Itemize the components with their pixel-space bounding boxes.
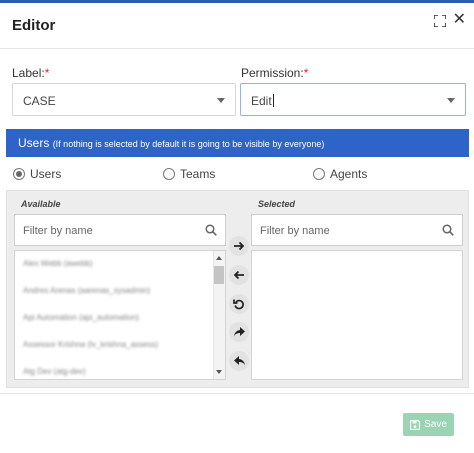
save-button[interactable]: Save: [403, 413, 454, 436]
reset-button[interactable]: [229, 294, 249, 314]
list-item[interactable]: Assessor Krishna (lv_krishna_assess): [23, 340, 158, 349]
scroll-down-arrow-icon[interactable]: [216, 370, 222, 374]
save-label: Save: [424, 419, 447, 430]
close-icon[interactable]: ✕: [453, 12, 466, 28]
selected-filter-input[interactable]: Filter by name: [251, 214, 463, 246]
banner-title: Users: [18, 136, 50, 150]
radio-agents[interactable]: Agents: [313, 166, 367, 182]
scrollbar[interactable]: [213, 251, 225, 379]
available-title: Available: [21, 199, 61, 209]
expand-icon[interactable]: [434, 15, 446, 27]
move-left-button[interactable]: [229, 265, 249, 285]
label-field-label: Label:*: [12, 66, 50, 80]
share-all-icon: [233, 327, 245, 337]
label-select[interactable]: CASE: [12, 83, 236, 116]
required-mark: *: [44, 66, 50, 80]
available-list[interactable]: Alex Webb (awebb) Andres Arenas (aarenas…: [14, 250, 226, 380]
move-right-button[interactable]: [229, 236, 249, 256]
permission-select[interactable]: Edit: [240, 83, 466, 116]
label-select-value: CASE: [23, 94, 56, 108]
chevron-down-icon: [217, 98, 225, 103]
selected-list[interactable]: [251, 250, 463, 380]
radio-button[interactable]: [13, 168, 25, 180]
chevron-down-icon: [447, 98, 455, 103]
radio-button[interactable]: [313, 168, 325, 180]
dialog-title: Editor: [12, 17, 56, 34]
visibility-banner: Users (If nothing is selected by default…: [6, 129, 469, 157]
scroll-up-arrow-icon[interactable]: [216, 256, 222, 260]
radio-teams[interactable]: Teams: [163, 166, 215, 182]
search-icon: [442, 224, 454, 236]
radio-users[interactable]: Users: [13, 166, 61, 182]
permission-field-label: Permission:*: [241, 66, 309, 80]
scroll-thumb[interactable]: [214, 266, 224, 284]
move-all-right-button[interactable]: [229, 322, 249, 342]
arrow-left-icon: [233, 270, 244, 280]
required-mark: *: [303, 66, 309, 80]
search-icon: [205, 224, 217, 236]
list-item[interactable]: Andres Arenas (aarenas_sysadmin): [23, 286, 150, 295]
dialog-header: Editor ✕: [0, 3, 474, 49]
list-item[interactable]: Alex Webb (awebb): [23, 259, 93, 268]
text-cursor: [272, 94, 274, 107]
arrow-right-icon: [234, 241, 245, 251]
reply-all-icon: [233, 356, 245, 366]
floppy-disk-icon: [410, 419, 421, 430]
banner-note: (If nothing is selected by default it is…: [52, 139, 325, 149]
undo-icon: [233, 299, 244, 310]
selected-title: Selected: [258, 199, 296, 209]
radio-button[interactable]: [163, 168, 175, 180]
move-all-left-button[interactable]: [229, 351, 249, 371]
list-item[interactable]: Api Automation (api_automation): [23, 313, 139, 322]
list-item[interactable]: Atg Dev (atg-dev): [23, 367, 86, 376]
permission-select-value: Edit: [251, 94, 274, 108]
available-filter-input[interactable]: Filter by name: [14, 214, 226, 246]
